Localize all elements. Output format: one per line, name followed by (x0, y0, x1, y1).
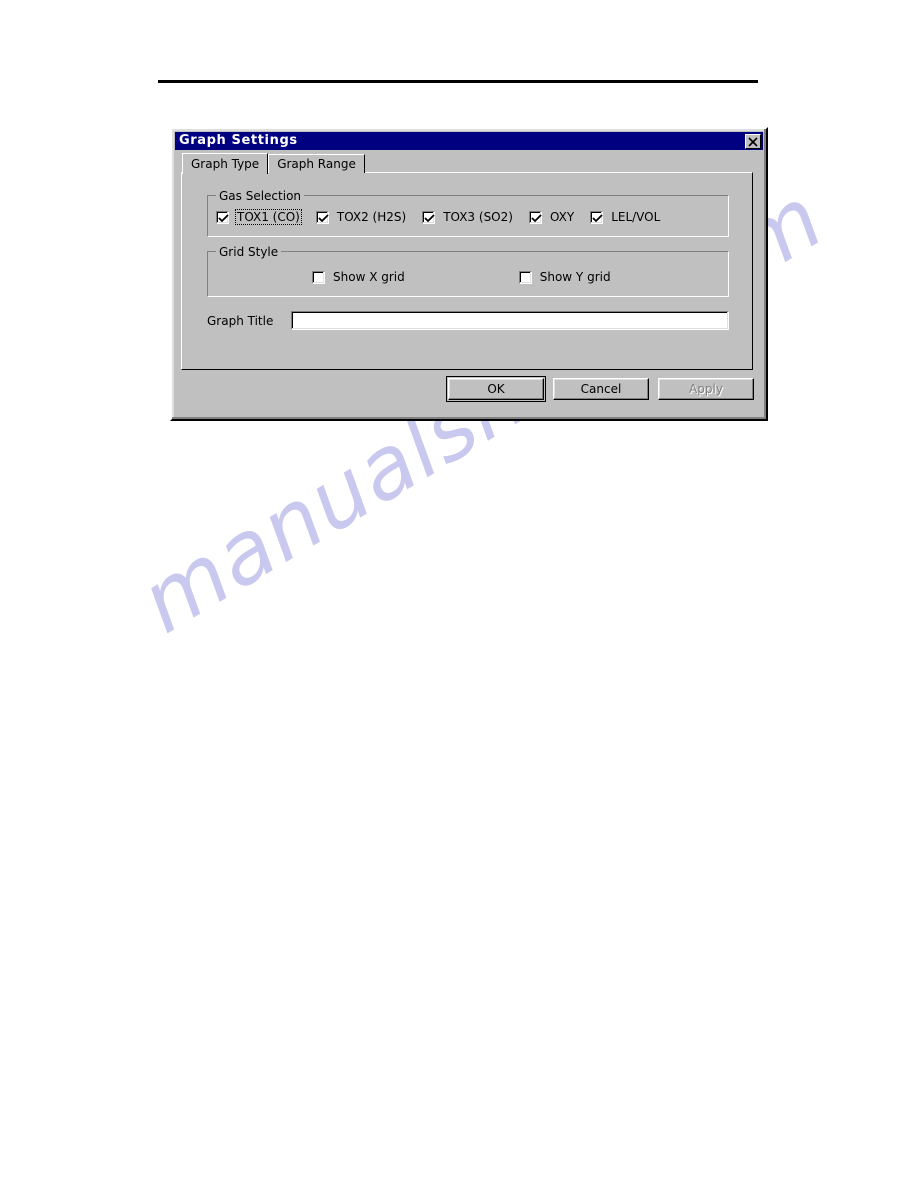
dialog-button-row: OK Cancel Apply (172, 376, 766, 402)
close-button[interactable] (745, 133, 761, 149)
graph-title-input[interactable] (291, 311, 729, 330)
tab-graph-type-label: Graph Type (191, 157, 260, 171)
dialog-title: Graph Settings (179, 133, 298, 148)
gas-selection-row: TOX1 (CO) TOX2 (H2S) TOX3 (SO2) OXY LEL/… (216, 209, 722, 225)
checkbox-box (528, 210, 542, 224)
tab-graph-range[interactable]: Graph Range (268, 154, 365, 173)
checkbox-lel-vol[interactable]: LEL/VOL (590, 209, 662, 225)
grid-style-row: Show X grid Show Y grid (208, 269, 728, 285)
checkbox-oxy[interactable]: OXY (528, 209, 576, 225)
checkbox-box (216, 210, 229, 224)
checkbox-show-x-grid[interactable]: Show X grid (312, 269, 407, 285)
gas-selection-legend: Gas Selection (216, 189, 305, 203)
check-icon (318, 213, 329, 222)
checkbox-box (518, 270, 532, 284)
ok-button[interactable]: OK (446, 376, 546, 402)
apply-button: Apply (658, 378, 754, 400)
gas-selection-group: Gas Selection TOX1 (CO) TOX2 (H2S) TOX3 … (207, 189, 729, 237)
cancel-button[interactable]: Cancel (553, 378, 649, 400)
check-icon (218, 213, 229, 222)
graph-title-label: Graph Title (207, 313, 274, 328)
checkbox-box (422, 210, 436, 224)
cancel-button-label: Cancel (580, 382, 622, 396)
checkbox-tox2-h2s[interactable]: TOX2 (H2S) (315, 209, 408, 225)
ok-button-label: OK (487, 382, 505, 396)
checkbox-label: TOX1 (CO) (235, 209, 302, 225)
checkbox-label: TOX2 (H2S) (336, 210, 407, 224)
checkbox-label: Show X grid (333, 270, 405, 284)
checkbox-label: Show Y grid (539, 270, 611, 284)
tab-page-graph-type: Gas Selection TOX1 (CO) TOX2 (H2S) TOX3 … (181, 172, 753, 370)
checkbox-tox1-co[interactable]: TOX1 (CO) (216, 209, 302, 225)
check-icon (424, 213, 435, 222)
checkbox-box (312, 270, 325, 284)
dialog-titlebar: Graph Settings (175, 132, 763, 150)
checkbox-label: OXY (549, 210, 575, 224)
page-header-rule (158, 80, 758, 83)
grid-style-legend: Grid Style (216, 245, 282, 259)
apply-button-label: Apply (689, 382, 723, 396)
checkbox-tox3-so2[interactable]: TOX3 (SO2) (422, 209, 515, 225)
tab-strip: Graph Type Graph Range (182, 153, 365, 174)
checkbox-show-y-grid[interactable]: Show Y grid (518, 269, 613, 285)
checkbox-label: TOX3 (SO2) (443, 210, 513, 224)
grid-style-group: Grid Style Show X grid Show Y grid (207, 245, 729, 297)
tab-graph-range-label: Graph Range (277, 157, 356, 171)
check-icon (531, 213, 542, 222)
graph-title-row: Graph Title (207, 311, 729, 330)
check-icon (592, 213, 603, 222)
checkbox-label: LEL/VOL (611, 210, 661, 224)
graph-settings-dialog: Graph Settings Graph Type Graph Range Ga… (170, 127, 768, 421)
checkbox-box (590, 210, 604, 224)
tab-graph-type[interactable]: Graph Type (182, 153, 269, 174)
checkbox-box (315, 210, 329, 224)
